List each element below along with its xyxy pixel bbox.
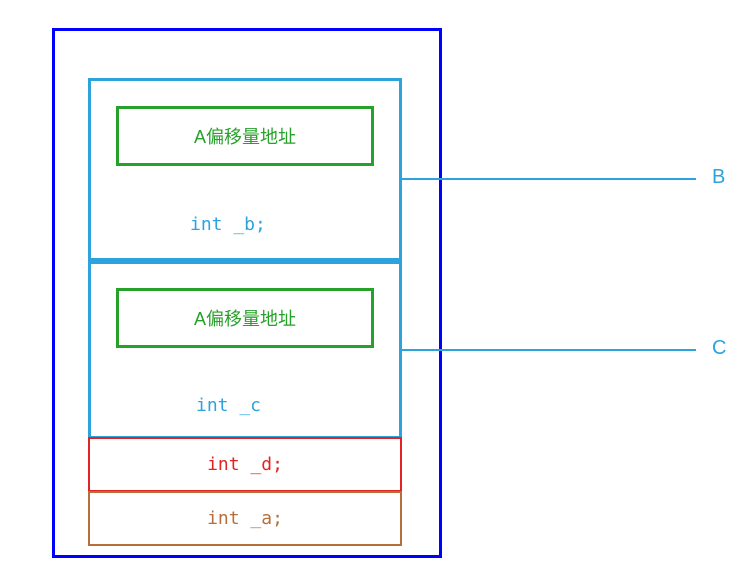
field-int-a: int _a; [207, 508, 283, 529]
field-int-a-box: int _a; [88, 491, 402, 546]
offset-address-b: A偏移量地址 [116, 106, 374, 166]
offset-address-c: A偏移量地址 [116, 288, 374, 348]
field-int-d: int _d; [207, 454, 283, 475]
connector-line-c [402, 349, 696, 351]
offset-c-label: A偏移量地址 [194, 305, 296, 331]
field-int-d-box: int _d; [88, 437, 402, 492]
external-label-c: C [712, 337, 726, 360]
connector-line-b [402, 178, 696, 180]
offset-b-label: A偏移量地址 [194, 123, 296, 149]
field-int-c: int _c [196, 395, 261, 416]
field-int-b: int _b; [190, 214, 266, 235]
external-label-b: B [712, 166, 725, 189]
